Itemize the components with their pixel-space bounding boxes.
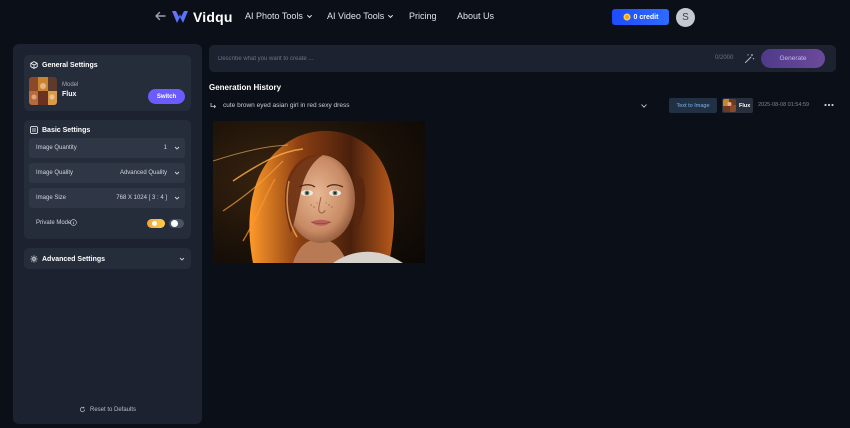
row-label: Image Quantity [36, 145, 77, 151]
basic-settings-title: Basic Settings [30, 126, 90, 134]
chevron-down-icon [179, 257, 185, 261]
coin-icon [623, 13, 631, 21]
general-settings-title: General Settings [30, 61, 98, 69]
generated-image[interactable] [213, 121, 425, 263]
advanced-settings-title: Advanced Settings [30, 255, 105, 263]
model-thumbnail [29, 77, 57, 105]
toggle-knob [171, 220, 178, 227]
mode-tag: Text to Image [669, 98, 717, 113]
history-timestamp: 2025-08-08 01:54:59 [758, 102, 810, 108]
chevron-down-icon[interactable] [640, 102, 648, 110]
chevron-down-icon [306, 14, 312, 18]
model-name: Flux [62, 91, 77, 98]
image-quality-select[interactable]: Image Quality Advanced Quality [29, 163, 185, 183]
refresh-icon [79, 406, 86, 413]
general-settings-card: General Settings Model Flux Switch [24, 55, 191, 111]
sliders-icon [30, 126, 38, 134]
prompt-bar: 0/2000 Generate [209, 45, 836, 72]
row-value: 1 [163, 145, 167, 151]
nav-pricing[interactable]: Pricing [409, 11, 437, 21]
image-quantity-select[interactable]: Image Quantity 1 [29, 138, 185, 158]
switch-model-button[interactable]: Switch [148, 89, 185, 104]
nav-about-us[interactable]: About Us [457, 11, 494, 21]
row-value: 768 X 1024 [ 3 : 4 ] [116, 195, 167, 201]
reset-defaults-button[interactable]: Reset to Defaults [79, 406, 136, 413]
nav-ai-photo-tools[interactable]: AI Photo Tools [245, 11, 313, 21]
magic-wand-icon[interactable] [744, 53, 755, 64]
chevron-down-icon [174, 171, 180, 175]
reuse-prompt-icon[interactable] [210, 102, 217, 109]
user-avatar[interactable]: S [676, 8, 695, 27]
chevron-down-icon [174, 146, 180, 150]
nav-item-label: Pricing [409, 11, 437, 21]
nav-item-label: AI Photo Tools [245, 11, 303, 21]
chevron-down-icon [388, 14, 394, 18]
top-nav: Vidqu AI Photo Tools AI Video Tools Pric… [0, 0, 850, 34]
info-icon[interactable] [70, 219, 77, 226]
model-caption: Model [62, 82, 79, 88]
private-mode-toggle[interactable] [169, 219, 184, 228]
model-tag-label: Flux [739, 102, 751, 109]
row-value: Advanced Quality [119, 170, 167, 176]
prompt-input[interactable] [218, 53, 698, 65]
generation-history-title: Generation History [209, 83, 282, 92]
brand-name: Vidqu [193, 9, 233, 25]
credit-label: 0 credit [633, 13, 659, 21]
history-entry: cute brown eyed asian girl in red sexy d… [209, 98, 839, 114]
credit-button[interactable]: 0 credit [612, 9, 669, 25]
history-prompt-text: cute brown eyed asian girl in red sexy d… [223, 102, 350, 109]
generate-button[interactable]: Generate [761, 49, 825, 68]
brand-logo[interactable]: Vidqu [171, 8, 233, 26]
row-label: Image Quality [36, 170, 74, 176]
nav-item-label: About Us [457, 11, 495, 21]
private-mode-row: Private Mode [29, 213, 185, 233]
vidqu-logo-icon [172, 11, 188, 23]
reset-label: Reset to Defaults [90, 406, 137, 413]
toggle-knob [152, 221, 157, 226]
row-label: Image Size [36, 195, 67, 201]
private-mode-label: Private Mode [36, 220, 72, 226]
cube-icon [30, 61, 38, 69]
model-tag: Flux [722, 98, 753, 113]
private-mode-premium-toggle[interactable] [147, 219, 165, 228]
settings-sidebar: General Settings Model Flux Switch Basic [13, 44, 202, 424]
more-horizontal-icon[interactable] [824, 103, 834, 107]
model-tag-thumbnail [723, 99, 736, 112]
character-counter: 0/2000 [715, 55, 734, 61]
advanced-settings-toggle[interactable]: Advanced Settings [24, 248, 191, 269]
chevron-down-icon [174, 196, 180, 200]
nav-ai-video-tools[interactable]: AI Video Tools [327, 11, 394, 21]
gear-icon [30, 255, 38, 263]
back-arrow-icon[interactable] [153, 9, 167, 23]
nav-item-label: AI Video Tools [327, 11, 385, 21]
basic-settings-card: Basic Settings Image Quantity 1 Image Qu… [24, 120, 191, 239]
image-size-select[interactable]: Image Size 768 X 1024 [ 3 : 4 ] [29, 188, 185, 208]
